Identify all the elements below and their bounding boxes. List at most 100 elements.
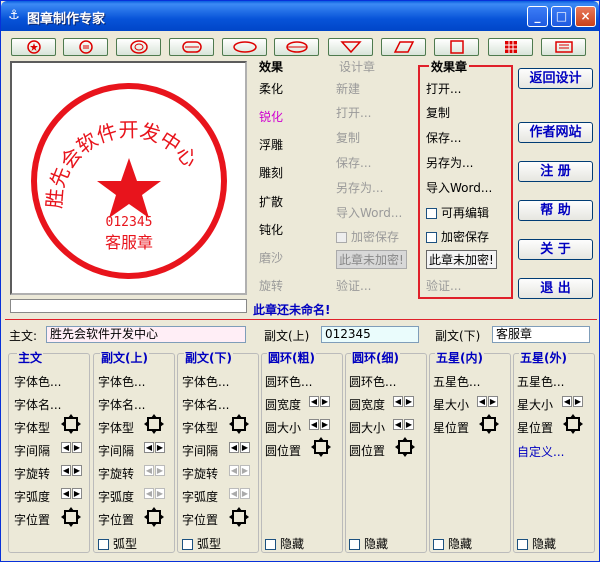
lower-arc-checkbox-row[interactable]: 弧型 — [182, 535, 221, 552]
thin-ring-color[interactable]: 圆环色... — [349, 373, 396, 390]
thick-ring-hide-row[interactable]: 隐藏 — [265, 535, 304, 552]
design-encrypt-checkbox[interactable] — [336, 232, 347, 243]
rounded-rect-stamp-icon[interactable] — [169, 38, 214, 56]
inner-star-hide-checkbox[interactable] — [433, 539, 444, 550]
register-button[interactable]: 注 册 — [518, 161, 593, 182]
left-arrow-icon[interactable]: ◀ — [229, 442, 239, 453]
exit-button[interactable]: 退 出 — [518, 278, 593, 299]
author-website-button[interactable]: 作者网站 — [518, 122, 593, 143]
move-cross-icon[interactable] — [144, 507, 164, 527]
design-save[interactable]: 保存... — [336, 154, 371, 171]
upper-font-name[interactable]: 字体名... — [98, 396, 145, 413]
main-spacing-arrows[interactable]: ◀ ▶ — [61, 442, 83, 453]
left-arrow-icon[interactable]: ◀ — [477, 396, 487, 407]
outer-star-size-arrows[interactable]: ◀ ▶ — [562, 396, 584, 407]
move-cross-icon[interactable] — [229, 507, 249, 527]
parallelogram-stamp-icon[interactable] — [381, 38, 426, 56]
thin-ring-width-arrows[interactable]: ◀ ▶ — [393, 396, 415, 407]
stamp-save-as[interactable]: 另存为... — [426, 154, 473, 171]
lower-spacing-arrows[interactable]: ◀ ▶ — [229, 442, 251, 453]
main-font-color[interactable]: 字体色... — [14, 373, 61, 390]
upper-font-color[interactable]: 字体色... — [98, 373, 145, 390]
move-cross-icon[interactable] — [563, 414, 583, 434]
left-arrow-icon[interactable]: ◀ — [393, 419, 403, 430]
stamp-import-word[interactable]: 导入Word... — [426, 179, 492, 196]
right-arrow-icon[interactable]: ▶ — [72, 488, 82, 499]
effect-blunt[interactable]: 钝化 — [259, 221, 283, 238]
right-arrow-icon[interactable]: ▶ — [240, 465, 250, 476]
upper-arc-checkbox-row[interactable]: 弧型 — [98, 535, 137, 552]
move-cross-icon[interactable] — [311, 437, 331, 457]
right-arrow-icon[interactable]: ▶ — [404, 419, 414, 430]
close-button[interactable]: × — [575, 6, 596, 27]
stamp-encrypt-checkbox[interactable] — [426, 232, 437, 243]
left-arrow-icon[interactable]: ◀ — [393, 396, 403, 407]
right-arrow-icon[interactable]: ▶ — [488, 396, 498, 407]
move-cross-icon[interactable] — [144, 414, 164, 434]
right-arrow-icon[interactable]: ▶ — [240, 442, 250, 453]
thick-ring-size-arrows[interactable]: ◀ ▶ — [309, 419, 331, 430]
effect-frosted[interactable]: 磨沙 — [259, 249, 283, 266]
left-arrow-icon[interactable]: ◀ — [309, 419, 319, 430]
thin-ring-hide-checkbox[interactable] — [349, 539, 360, 550]
back-to-design-button[interactable]: 返回设计 — [518, 68, 593, 89]
main-rotation-arrows[interactable]: ◀ ▶ — [61, 465, 83, 476]
outer-star-hide-checkbox[interactable] — [517, 539, 528, 550]
left-arrow-icon[interactable]: ◀ — [61, 442, 71, 453]
right-arrow-icon[interactable]: ▶ — [240, 488, 250, 499]
left-arrow-icon[interactable]: ◀ — [61, 465, 71, 476]
lower-arc-checkbox[interactable] — [182, 539, 193, 550]
triangle-stamp-icon[interactable] — [328, 38, 373, 56]
upper-rotation-arrows[interactable]: ◀ ▶ — [144, 465, 166, 476]
minimize-button[interactable]: _ — [527, 6, 548, 27]
effect-emboss[interactable]: 浮雕 — [259, 136, 283, 153]
star-stamp-icon[interactable] — [11, 38, 56, 56]
upper-text-input[interactable]: 012345 — [321, 326, 419, 343]
left-arrow-icon[interactable]: ◀ — [309, 396, 319, 407]
move-cross-icon[interactable] — [395, 437, 415, 457]
stamp-verify[interactable]: 验证... — [426, 277, 461, 294]
lower-rotation-arrows[interactable]: ◀ ▶ — [229, 465, 251, 476]
effect-soften[interactable]: 柔化 — [259, 80, 283, 97]
left-arrow-icon[interactable]: ◀ — [562, 396, 572, 407]
right-arrow-icon[interactable]: ▶ — [72, 465, 82, 476]
main-font-name[interactable]: 字体名... — [14, 396, 61, 413]
circle-stamp-icon[interactable] — [63, 38, 108, 56]
square-stamp-icon[interactable] — [434, 38, 479, 56]
effect-rotate[interactable]: 旋转 — [259, 277, 283, 294]
move-cross-icon[interactable] — [61, 507, 81, 527]
stamp-open[interactable]: 打开... — [426, 80, 461, 97]
right-arrow-icon[interactable]: ▶ — [155, 442, 165, 453]
effect-engrave[interactable]: 雕刻 — [259, 164, 283, 181]
right-arrow-icon[interactable]: ▶ — [320, 396, 330, 407]
left-arrow-icon[interactable]: ◀ — [144, 488, 154, 499]
left-arrow-icon[interactable]: ◀ — [61, 488, 71, 499]
thin-ring-hide-row[interactable]: 隐藏 — [349, 535, 388, 552]
move-cross-icon[interactable] — [479, 414, 499, 434]
move-cross-icon[interactable] — [61, 414, 81, 434]
lower-font-color[interactable]: 字体色... — [182, 373, 229, 390]
lower-text-input[interactable]: 客服章 — [492, 326, 590, 343]
upper-arc-checkbox[interactable] — [98, 539, 109, 550]
stamp-editable[interactable]: 可再编辑 — [426, 204, 489, 221]
oval-stamp-icon[interactable] — [116, 38, 161, 56]
left-arrow-icon[interactable]: ◀ — [144, 465, 154, 476]
document-stamp-icon[interactable] — [541, 38, 586, 56]
design-save-as[interactable]: 另存为... — [336, 179, 383, 196]
help-button[interactable]: 帮 助 — [518, 200, 593, 221]
right-arrow-icon[interactable]: ▶ — [72, 442, 82, 453]
right-arrow-icon[interactable]: ▶ — [155, 465, 165, 476]
left-arrow-icon[interactable]: ◀ — [229, 488, 239, 499]
thick-ring-color[interactable]: 圆环色... — [265, 373, 312, 390]
stamp-copy[interactable]: 复制 — [426, 104, 450, 121]
design-new[interactable]: 新建 — [336, 80, 360, 97]
right-arrow-icon[interactable]: ▶ — [404, 396, 414, 407]
left-arrow-icon[interactable]: ◀ — [144, 442, 154, 453]
effect-diffuse[interactable]: 扩散 — [259, 193, 283, 210]
lower-font-name[interactable]: 字体名... — [182, 396, 229, 413]
design-copy[interactable]: 复制 — [336, 129, 360, 146]
stamp-encrypt-save[interactable]: 加密保存 — [426, 228, 489, 245]
design-open[interactable]: 打开... — [336, 104, 371, 121]
design-verify[interactable]: 验证... — [336, 277, 371, 294]
ellipse-stamp-icon[interactable] — [222, 38, 267, 56]
